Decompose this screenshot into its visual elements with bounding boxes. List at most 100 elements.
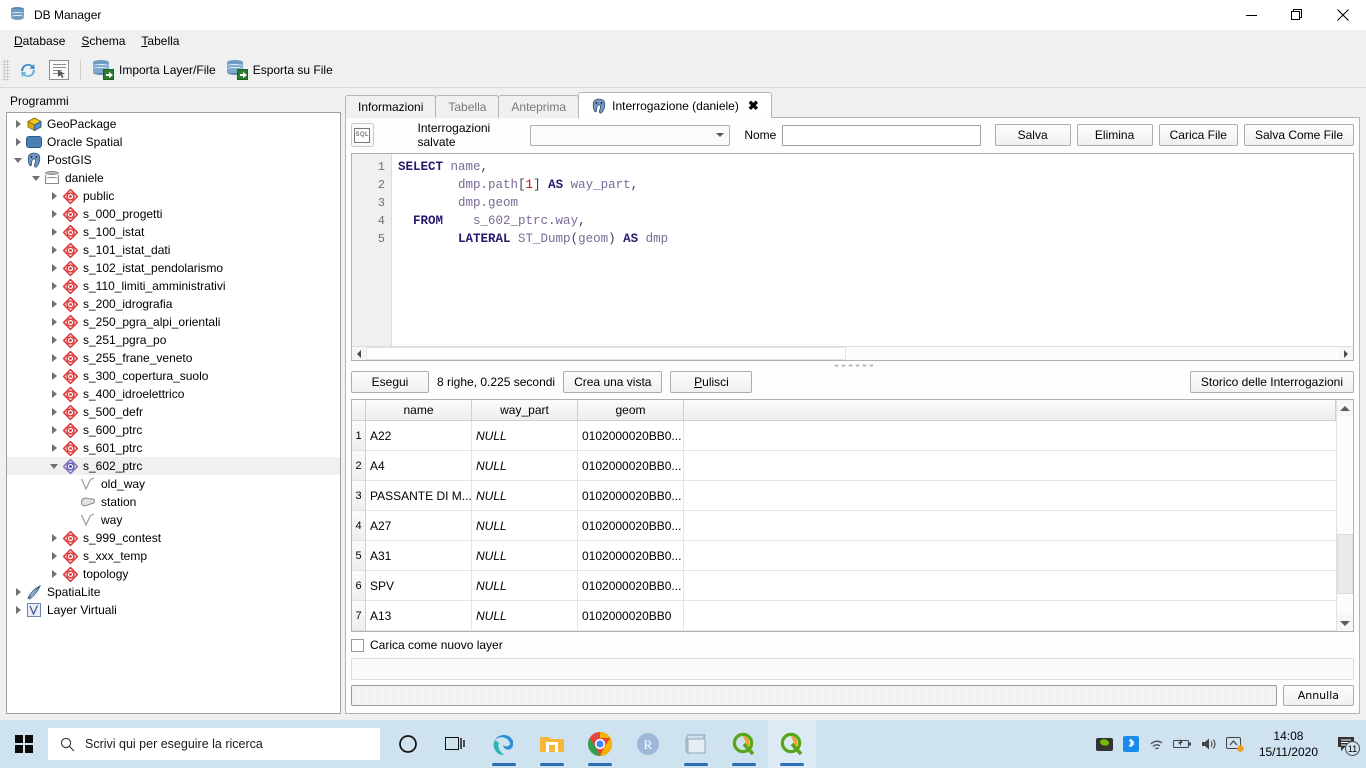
sql-icon[interactable]: SQL: [351, 123, 374, 147]
cell-way_part[interactable]: NULL: [472, 481, 578, 511]
tree-item-s-250-pgra-alpi-orientali[interactable]: s_250_pgra_alpi_orientali: [7, 313, 340, 331]
tree-item-spatialite[interactable]: SpatiaLite: [7, 583, 340, 601]
editor-horizontal-scrollbar[interactable]: [352, 346, 1353, 360]
tab-tabella[interactable]: Tabella: [435, 95, 500, 118]
chevron-right-icon[interactable]: [47, 331, 61, 349]
battery-icon[interactable]: [1171, 720, 1195, 768]
cell-way_part[interactable]: NULL: [472, 571, 578, 601]
file-explorer-icon[interactable]: [528, 720, 576, 768]
tree-item-s-300-copertura-suolo[interactable]: s_300_copertura_suolo: [7, 367, 340, 385]
tree-item-s-602-ptrc[interactable]: s_602_ptrc: [7, 457, 340, 475]
cancel-button[interactable]: Annulla: [1282, 685, 1354, 706]
cell-way_part[interactable]: NULL: [472, 511, 578, 541]
tree-item-s-100-istat[interactable]: s_100_istat: [7, 223, 340, 241]
row-number[interactable]: 3: [352, 481, 366, 511]
chevron-right-icon[interactable]: [47, 421, 61, 439]
maximize-icon[interactable]: [1274, 0, 1320, 30]
save-button[interactable]: Salva: [994, 124, 1071, 146]
tree-item-public[interactable]: public: [7, 187, 340, 205]
wifi-icon[interactable]: [1145, 720, 1169, 768]
delete-button[interactable]: Elimina: [1076, 124, 1153, 146]
cortana-icon[interactable]: [384, 720, 432, 768]
column-header[interactable]: geom: [578, 400, 684, 421]
chevron-right-icon[interactable]: [47, 259, 61, 277]
cell-name[interactable]: A27: [366, 511, 472, 541]
chevron-right-icon[interactable]: [47, 439, 61, 457]
row-number[interactable]: 7: [352, 601, 366, 631]
row-number[interactable]: 1: [352, 421, 366, 451]
import-layer-file-button[interactable]: Importa Layer/File: [87, 55, 221, 85]
notepad-icon[interactable]: [672, 720, 720, 768]
execute-button[interactable]: Esegui: [351, 371, 429, 393]
cell-geom[interactable]: 0102000020BB0: [578, 601, 684, 631]
chevron-down-icon[interactable]: [47, 457, 61, 475]
chevron-right-icon[interactable]: [47, 547, 61, 565]
close-icon[interactable]: [1320, 0, 1366, 30]
table-row[interactable]: 2 A4 NULL 0102000020BB0...: [352, 451, 1336, 481]
chevron-right-icon[interactable]: [11, 133, 25, 151]
cell-name[interactable]: A22: [366, 421, 472, 451]
clear-button[interactable]: Pulisci: [670, 371, 753, 393]
table-row[interactable]: 1 A22 NULL 0102000020BB0...: [352, 421, 1336, 451]
chevron-right-icon[interactable]: [47, 187, 61, 205]
chevron-right-icon[interactable]: [47, 385, 61, 403]
tree-item-s-601-ptrc[interactable]: s_601_ptrc: [7, 439, 340, 457]
row-number[interactable]: 6: [352, 571, 366, 601]
tree-item-s-xxx-temp[interactable]: s_xxx_temp: [7, 547, 340, 565]
chevron-right-icon[interactable]: [11, 601, 25, 619]
minimize-icon[interactable]: [1228, 0, 1274, 30]
tab-interrogazione[interactable]: Interrogazione (daniele) ✖: [578, 92, 772, 118]
chevron-right-icon[interactable]: [47, 223, 61, 241]
sql-editor[interactable]: 1 2 3 4 5 SELECT name, dmp.path[1] AS way_pa…: [351, 153, 1354, 361]
tree-item-s-500-defr[interactable]: s_500_defr: [7, 403, 340, 421]
row-number[interactable]: 2: [352, 451, 366, 481]
chevron-right-icon[interactable]: [47, 403, 61, 421]
scroll-left-icon[interactable]: [352, 347, 366, 360]
load-as-layer-checkbox[interactable]: [351, 638, 364, 652]
tree-item-s-255-frane-veneto[interactable]: s_255_frane_veneto: [7, 349, 340, 367]
scroll-right-icon[interactable]: [1339, 347, 1353, 360]
chevron-right-icon[interactable]: [47, 313, 61, 331]
chevron-right-icon[interactable]: [47, 205, 61, 223]
cell-way_part[interactable]: NULL: [472, 421, 578, 451]
clock[interactable]: 14:08 15/11/2020: [1249, 720, 1328, 768]
windows-start-icon[interactable]: [0, 720, 48, 768]
menu-database[interactable]: Database: [6, 32, 73, 50]
tree-item-s-102-istat-pendolarismo[interactable]: s_102_istat_pendolarismo: [7, 259, 340, 277]
chevron-right-icon[interactable]: [47, 295, 61, 313]
results-body[interactable]: 1 A22 NULL 0102000020BB0... 2 A4 NULL 010200002…: [352, 421, 1336, 631]
query-history-button[interactable]: Storico delle Interrogazioni: [1189, 371, 1354, 393]
scroll-down-icon[interactable]: [1337, 615, 1353, 631]
tree-item-daniele[interactable]: daniele: [7, 169, 340, 187]
cell-way_part[interactable]: NULL: [472, 601, 578, 631]
cell-way_part[interactable]: NULL: [472, 541, 578, 571]
export-to-file-button[interactable]: Esporta su File: [221, 55, 338, 85]
sql-code[interactable]: SELECT name, dmp.path[1] AS way_part, dm…: [392, 154, 1353, 346]
load-file-button[interactable]: Carica File: [1158, 124, 1238, 146]
table-row[interactable]: 7 A13 NULL 0102000020BB0: [352, 601, 1336, 631]
cell-geom[interactable]: 0102000020BB0...: [578, 481, 684, 511]
tree-item-geopackage[interactable]: GeoPackage: [7, 115, 340, 133]
chevron-right-icon[interactable]: [47, 529, 61, 547]
row-number[interactable]: 5: [352, 541, 366, 571]
volume-icon[interactable]: [1197, 720, 1221, 768]
cell-name[interactable]: A31: [366, 541, 472, 571]
results-table[interactable]: name way_part geom 1 A22 NULL 0102000020BB0..…: [351, 399, 1354, 632]
tab-anteprima[interactable]: Anteprima: [498, 95, 580, 118]
saved-queries-select[interactable]: [529, 124, 731, 146]
menu-tabella[interactable]: Tabella: [133, 32, 187, 50]
query-name-input[interactable]: [782, 124, 981, 146]
column-header[interactable]: name: [366, 400, 472, 421]
notifications-button[interactable]: 11: [1330, 720, 1364, 768]
qgis-icon-2[interactable]: [768, 720, 816, 768]
database-tree[interactable]: GeoPackage Oracle Spatial PostGIS daniele pu…: [6, 112, 341, 714]
tree-item-way[interactable]: way: [7, 511, 340, 529]
chevron-right-icon[interactable]: [47, 277, 61, 295]
chevron-right-icon[interactable]: [11, 583, 25, 601]
cell-geom[interactable]: 0102000020BB0...: [578, 571, 684, 601]
tree-item-s-251-pgra-po[interactable]: s_251_pgra_po: [7, 331, 340, 349]
qgis-icon[interactable]: [720, 720, 768, 768]
results-vertical-scrollbar[interactable]: [1336, 400, 1353, 631]
tree-item-s-000-progetti[interactable]: s_000_progetti: [7, 205, 340, 223]
cell-name[interactable]: A4: [366, 451, 472, 481]
